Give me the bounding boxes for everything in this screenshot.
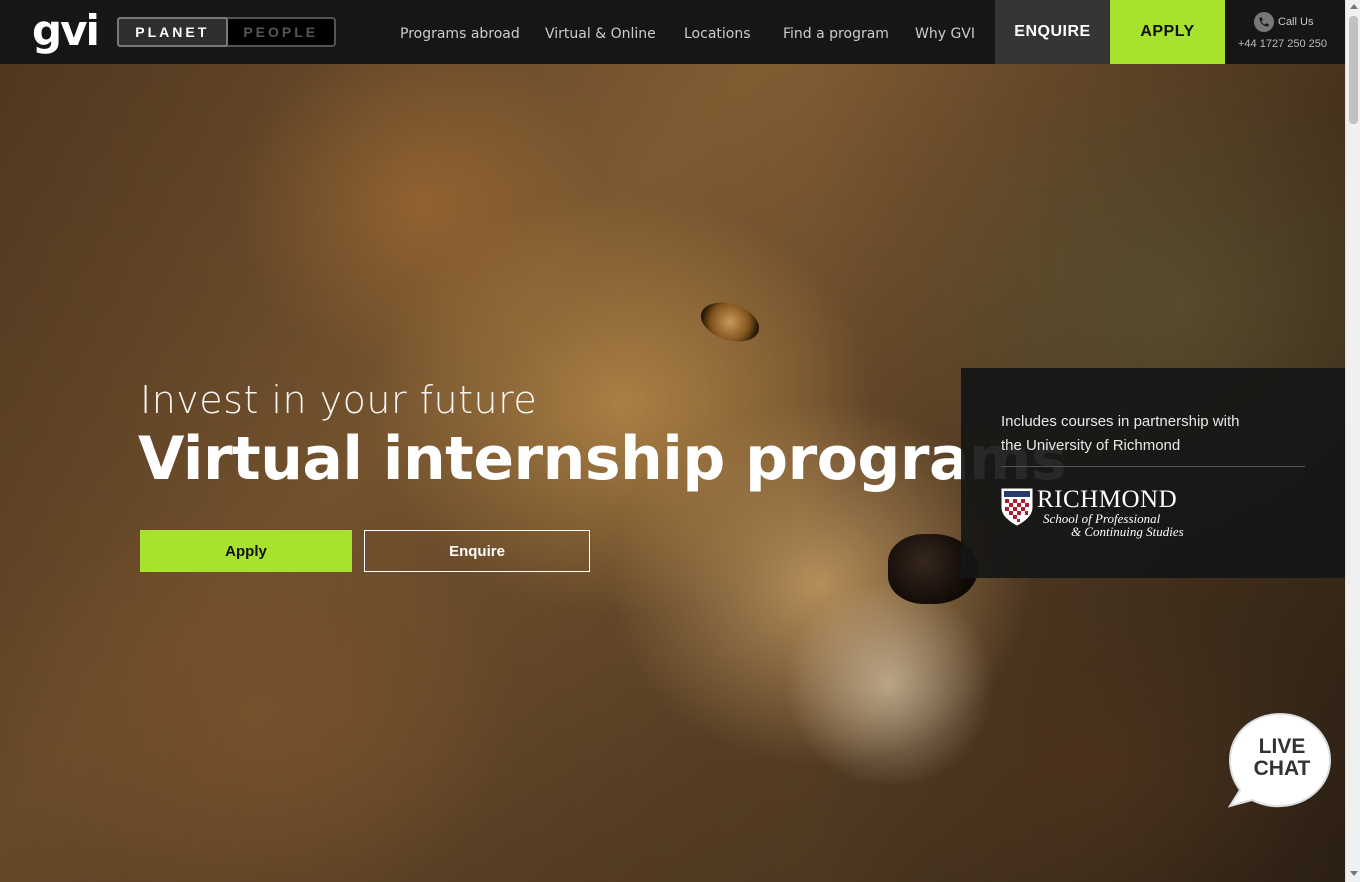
enquire-button-top[interactable]: ENQUIRE <box>995 0 1110 64</box>
divider <box>1001 466 1305 467</box>
scrollbar[interactable] <box>1345 0 1360 882</box>
scrollbar-thumb[interactable] <box>1349 16 1358 124</box>
hero-headline: Virtual internship programs <box>138 424 1067 494</box>
richmond-logo[interactable]: RICHMOND School of Professional & Contin… <box>1001 486 1184 539</box>
nav-link-why-gvi[interactable]: Why GVI <box>915 0 975 64</box>
phone-icon <box>1254 12 1274 32</box>
hero-section: Invest in your future Virtual internship… <box>0 64 1345 882</box>
partner-text: Includes courses in partnership with the… <box>1001 413 1240 454</box>
planet-people-toggle: PLANET PEOPLE <box>117 17 336 47</box>
apply-button[interactable]: Apply <box>140 530 352 572</box>
richmond-name: RICHMOND <box>1037 486 1178 513</box>
phone-number[interactable]: +44 1727 250 250 <box>1238 38 1327 50</box>
enquire-button[interactable]: Enquire <box>364 530 590 572</box>
toggle-planet[interactable]: PLANET <box>117 17 228 47</box>
top-nav: gvi PLANET PEOPLE Programs abroad Virtua… <box>0 0 1345 64</box>
richmond-shield-icon <box>1001 488 1033 526</box>
nav-link-find-program[interactable]: Find a program <box>783 0 889 64</box>
nav-link-locations[interactable]: Locations <box>684 0 751 64</box>
toggle-people[interactable]: PEOPLE <box>228 19 335 45</box>
scroll-up-icon[interactable] <box>1350 4 1358 9</box>
live-chat-label[interactable]: LIVE CHAT <box>1246 736 1318 780</box>
nav-link-programs-abroad[interactable]: Programs abroad <box>400 0 520 64</box>
partner-panel: Includes courses in partnership with the… <box>961 368 1345 578</box>
gvi-logo[interactable]: gvi <box>32 8 100 54</box>
richmond-subtitle: & Continuing Studies <box>1071 524 1184 539</box>
call-label: Call Us <box>1278 16 1314 28</box>
nav-link-virtual-online[interactable]: Virtual & Online <box>545 0 656 64</box>
call-us[interactable]: Call Us +44 1727 250 250 <box>1226 0 1345 64</box>
hero-kicker: Invest in your future <box>140 378 538 422</box>
apply-button-top[interactable]: APPLY <box>1110 0 1225 64</box>
scroll-down-icon[interactable] <box>1350 871 1358 876</box>
